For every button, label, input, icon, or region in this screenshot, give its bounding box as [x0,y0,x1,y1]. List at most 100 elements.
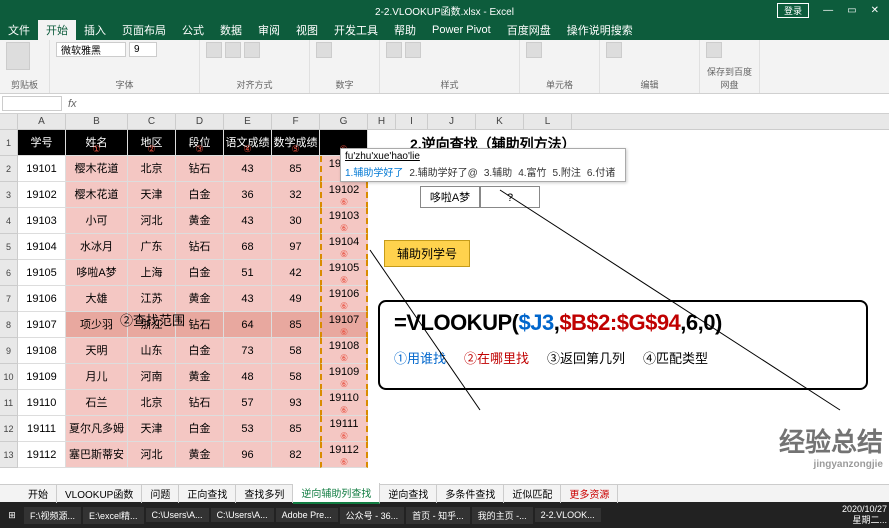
formula-input[interactable] [83,97,889,110]
cell[interactable]: 93 [272,390,320,416]
cell[interactable]: 19106 [18,286,66,312]
cell[interactable]: 月儿 [66,364,128,390]
row-header[interactable]: 9 [0,338,18,364]
cell[interactable]: 北京 [128,390,176,416]
header-cell[interactable]: 数学成绩⑤ [272,130,320,156]
row-header[interactable]: 4 [0,208,18,234]
taskbar-item[interactable]: 公众号 - 36... [340,507,405,524]
taskbar-item[interactable]: 2-2.VLOOK... [535,508,601,522]
cell[interactable]: 19101 [18,156,66,182]
row-header[interactable]: 13 [0,442,18,468]
menu-item[interactable]: 开发工具 [326,20,386,40]
col-header[interactable]: G [320,114,368,129]
header-cell[interactable]: 地区② [128,130,176,156]
cell[interactable]: 江苏 [128,286,176,312]
taskbar-item[interactable]: 我的主页 -... [472,507,533,524]
cell[interactable]: 河北 [128,208,176,234]
cell[interactable]: 43 [224,156,272,182]
cell[interactable]: 黄金 [176,286,224,312]
cell[interactable]: 36 [224,182,272,208]
cell[interactable]: 85 [272,156,320,182]
col-header[interactable]: A [18,114,66,129]
cell[interactable]: 天明 [66,338,128,364]
row-header[interactable]: 12 [0,416,18,442]
menu-item[interactable]: 帮助 [386,20,424,40]
cell[interactable]: 19111 [18,416,66,442]
cell[interactable]: 钻石 [176,156,224,182]
cell[interactable]: 河北 [128,442,176,468]
cell[interactable]: 樱木花道 [66,156,128,182]
cell[interactable]: 57 [224,390,272,416]
align-icon[interactable] [206,42,222,58]
header-cell[interactable]: 语文成绩④ [224,130,272,156]
header-cell[interactable]: 姓名① [66,130,128,156]
cell[interactable]: 小可 [66,208,128,234]
fx-icon[interactable]: fx [62,98,83,110]
sheet-tab[interactable]: 更多资源 [561,484,618,503]
sheet-tab[interactable]: 近似匹配 [504,484,561,503]
style-icon[interactable] [405,42,421,58]
cell[interactable]: 哆啦A梦 [66,260,128,286]
cell[interactable]: 钻石 [176,390,224,416]
cell[interactable]: 北京 [128,156,176,182]
cell[interactable]: 19110 [18,390,66,416]
cell[interactable]: 53 [224,416,272,442]
header-cell[interactable]: 段位③ [176,130,224,156]
edit-icon[interactable] [606,42,622,58]
sheet-tab[interactable]: 逆向查找 [380,484,437,503]
cell[interactable]: 黄金 [176,442,224,468]
cell[interactable]: 石兰 [66,390,128,416]
cell[interactable]: 大雄 [66,286,128,312]
cell[interactable]: 64 [224,312,272,338]
cell[interactable]: 85 [272,312,320,338]
row-header[interactable]: 2 [0,156,18,182]
cell[interactable]: 19105 [18,260,66,286]
menu-item[interactable]: 审阅 [250,20,288,40]
baidu-icon[interactable] [706,42,722,58]
close-button[interactable]: ✕ [865,3,885,18]
cell[interactable]: 43 [224,208,272,234]
menu-item[interactable]: 插入 [76,20,114,40]
menu-item[interactable]: 视图 [288,20,326,40]
col-header[interactable]: H [368,114,396,129]
cell[interactable]: 19112 [18,442,66,468]
cell[interactable]: 73 [224,338,272,364]
menu-item[interactable]: 数据 [212,20,250,40]
cell[interactable]: 上海 [128,260,176,286]
menu-item[interactable]: 操作说明搜索 [559,20,641,40]
menu-item[interactable]: 开始 [38,20,76,40]
paste-icon[interactable] [6,42,30,70]
cell[interactable]: 48 [224,364,272,390]
menu-item[interactable]: 公式 [174,20,212,40]
sheet-tab[interactable]: 问题 [142,484,179,503]
row-header[interactable]: 6 [0,260,18,286]
cell[interactable]: 天津 [128,182,176,208]
header-cell[interactable]: 学号 [18,130,66,156]
cell[interactable]: 43 [224,286,272,312]
cell[interactable]: 19108 [18,338,66,364]
cell[interactable]: 夏尔凡多姆海恩 [66,416,128,442]
number-icon[interactable] [316,42,332,58]
name-box[interactable] [2,96,62,111]
cell[interactable]: 58 [272,338,320,364]
cell[interactable]: 塞巴斯蒂安 [66,442,128,468]
style-icon[interactable] [386,42,402,58]
minimize-button[interactable]: — [817,3,839,18]
cell[interactable]: 白金 [176,338,224,364]
cell[interactable]: 51 [224,260,272,286]
row-header[interactable]: 1 [0,130,18,156]
cell[interactable]: 白金 [176,260,224,286]
cell[interactable]: 黄金 [176,208,224,234]
taskbar-item[interactable]: 首页 - 知乎... [406,507,470,524]
cell[interactable]: 山东 [128,338,176,364]
cell[interactable]: 97 [272,234,320,260]
cell[interactable]: 19103 [18,208,66,234]
clock[interactable]: 2020/10/27星期二... [842,504,887,526]
taskbar-item[interactable]: E:\excel精... [83,507,144,524]
col-header[interactable]: B [66,114,128,129]
cell[interactable]: 白金 [176,416,224,442]
taskbar-item[interactable]: F:\视频源... [24,507,81,524]
col-header[interactable]: L [524,114,572,129]
start-button[interactable]: ⊞ [2,510,22,521]
sheet-tab[interactable]: 正向查找 [179,484,236,503]
